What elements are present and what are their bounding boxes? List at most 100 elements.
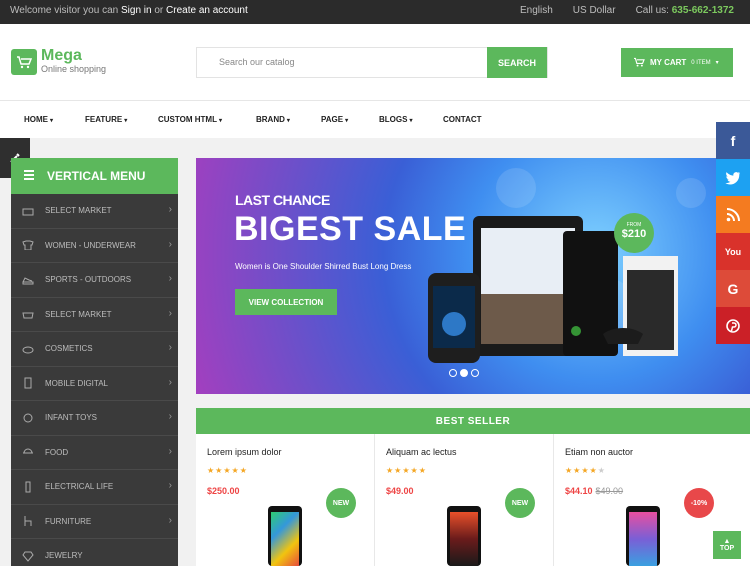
nav-item-home[interactable]: HOME ▾: [24, 115, 53, 124]
nav-item-contact[interactable]: CONTACT: [443, 115, 482, 124]
chevron-down-icon: ▾: [50, 118, 54, 124]
search-button[interactable]: SEARCH: [487, 47, 547, 78]
facebook-icon[interactable]: f: [716, 122, 750, 159]
welcome-prefix: Welcome visitor you can: [10, 5, 119, 16]
slider-dot[interactable]: [460, 369, 468, 377]
vmenu-item-select-market-2[interactable]: SELECT MARKET ›: [11, 298, 178, 332]
product-price: $44.10 $49.00: [565, 486, 623, 496]
chevron-right-icon: ›: [168, 273, 172, 284]
cosmetics-icon: [11, 344, 45, 354]
chevron-down-icon: ▾: [409, 118, 413, 124]
star-icon: ★: [223, 466, 232, 475]
hero-price-badge: FROM $210: [614, 213, 654, 253]
chevron-right-icon: ›: [168, 480, 172, 491]
star-icon: ★: [581, 466, 590, 475]
best-seller-products: Lorem ipsum dolor ★ ★ ★ ★ ★ $250.00 NEW Aliq…: [196, 434, 750, 566]
search-input[interactable]: Search our catalog: [219, 57, 295, 67]
logo[interactable]: Mega Online shopping: [11, 48, 106, 75]
chevron-right-icon: ›: [168, 514, 172, 526]
vmenu-item-women-underwear[interactable]: WOMEN - UNDERWEAR ›: [11, 229, 178, 263]
hero-slider[interactable]: LAST CHANCE BIGEST SALE Women is One Sho…: [196, 158, 750, 394]
nav-label: CUSTOM HTML: [158, 115, 217, 124]
vmenu-item-food[interactable]: FOOD ›: [11, 436, 178, 470]
chevron-right-icon: ›: [168, 238, 172, 250]
chevron-down-icon: ▾: [124, 118, 128, 124]
google-icon[interactable]: G: [716, 270, 750, 307]
star-icon: ★: [239, 466, 248, 475]
rss-icon[interactable]: [716, 196, 750, 233]
star-icon: ★: [402, 466, 411, 475]
star-icon: ★: [207, 466, 216, 475]
chevron-up-icon: ▲: [723, 538, 731, 545]
vmenu-item-jewelry[interactable]: JEWELRY: [11, 539, 178, 566]
language-selector[interactable]: English: [520, 5, 553, 16]
chevron-down-icon: ▾: [218, 118, 222, 124]
product-price: $250.00: [207, 486, 240, 496]
vmenu-item-electrical-life[interactable]: ELECTRICAL LIFE ›: [11, 470, 178, 505]
hero-subline: Women is One Shoulder Shirred Bust Long …: [235, 262, 412, 271]
vmenu-item-mobile-digital[interactable]: MOBILE DIGITAL ›: [11, 367, 178, 401]
nav-label: PAGE: [321, 115, 344, 124]
slider-dot[interactable]: [471, 369, 479, 377]
plug-icon: [11, 481, 45, 493]
welcome-text: Welcome visitor you can Sign in or Creat…: [10, 5, 248, 16]
vmenu-label: ELECTRICAL LIFE: [45, 482, 114, 492]
product-image[interactable]: [626, 506, 660, 566]
nav-item-custom-html[interactable]: CUSTOM HTML ▾: [158, 115, 222, 124]
view-collection-button[interactable]: VIEW COLLECTION: [235, 289, 337, 315]
vmenu-label: FOOD: [45, 447, 69, 457]
nav-item-blogs[interactable]: BLOGS ▾: [379, 115, 412, 124]
slider-dot[interactable]: [449, 369, 457, 377]
product-name[interactable]: Lorem ipsum dolor: [207, 447, 282, 457]
product-image[interactable]: [447, 506, 481, 566]
new-badge: NEW: [505, 488, 535, 518]
brand-name: Mega: [41, 47, 82, 64]
jewelry-icon: [11, 550, 45, 562]
product-card[interactable]: Etiam non auctor ★★★★★ $44.10 $49.00 -10%: [554, 434, 733, 566]
nav-item-feature[interactable]: FEATURE ▾: [85, 115, 127, 124]
vmenu-item-sports-outdoors[interactable]: SPORTS - OUTDOORS ›: [11, 263, 178, 298]
chevron-right-icon: ›: [168, 307, 172, 319]
sign-in-link[interactable]: Sign in: [121, 5, 152, 16]
market-icon: [11, 206, 45, 216]
product-rating: ★★★★★: [207, 466, 248, 475]
vmenu-item-select-market[interactable]: SELECT MARKET ›: [11, 194, 178, 229]
product-card[interactable]: Lorem ipsum dolor ★★★★★ $250.00 NEW: [196, 434, 375, 566]
vertical-menu-header[interactable]: VERTICAL MENU: [11, 158, 178, 194]
food-icon: [11, 447, 45, 457]
cart-icon: [633, 57, 645, 69]
chevron-right-icon: ›: [168, 204, 172, 215]
or-text: or: [154, 5, 164, 16]
cart-count: 0 ITEM: [691, 59, 711, 66]
product-name[interactable]: Aliquam ac lectus: [386, 447, 457, 457]
nav-label: HOME: [24, 115, 48, 124]
back-to-top-button[interactable]: ▲ TOP: [713, 531, 741, 559]
nav-label: BLOGS: [379, 115, 408, 124]
chair-icon: [11, 515, 45, 527]
twitter-icon[interactable]: [716, 159, 750, 196]
youtube-icon[interactable]: You: [716, 233, 750, 270]
currency-selector[interactable]: US Dollar: [573, 5, 616, 16]
create-account-link[interactable]: Create an account: [166, 5, 248, 16]
pinterest-icon[interactable]: [716, 307, 750, 344]
product-image[interactable]: [268, 506, 302, 566]
pot-icon: [11, 309, 45, 319]
main-nav: HOME ▾ FEATURE ▾ CUSTOM HTML ▾ BRAND ▾ PAGE ▾…: [0, 100, 750, 138]
brand-tagline: Online shopping: [41, 64, 107, 74]
chevron-right-icon: ›: [168, 411, 172, 422]
product-name[interactable]: Etiam non auctor: [565, 447, 633, 457]
chevron-right-icon: ›: [168, 376, 172, 388]
vmenu-label: MOBILE DIGITAL: [45, 378, 108, 388]
vmenu-item-infant-toys[interactable]: INFANT TOYS ›: [11, 401, 178, 436]
product-card[interactable]: Aliquam ac lectus ★★★★★ $49.00 NEW: [375, 434, 554, 566]
my-cart-button[interactable]: MY CART 0 ITEM ▾: [621, 48, 733, 77]
star-icon: ★: [597, 466, 606, 475]
nav-item-page[interactable]: PAGE ▾: [321, 115, 348, 124]
current-price: $250.00: [207, 486, 240, 496]
site-header: Mega Online shopping Search our catalog …: [0, 24, 750, 100]
vmenu-item-furniture[interactable]: FURNITURE ›: [11, 505, 178, 539]
star-icon: ★: [565, 466, 574, 475]
nav-item-brand[interactable]: BRAND ▾: [256, 115, 290, 124]
cart-label: MY CART: [650, 58, 687, 67]
vmenu-item-cosmetics[interactable]: COSMETICS ›: [11, 332, 178, 367]
